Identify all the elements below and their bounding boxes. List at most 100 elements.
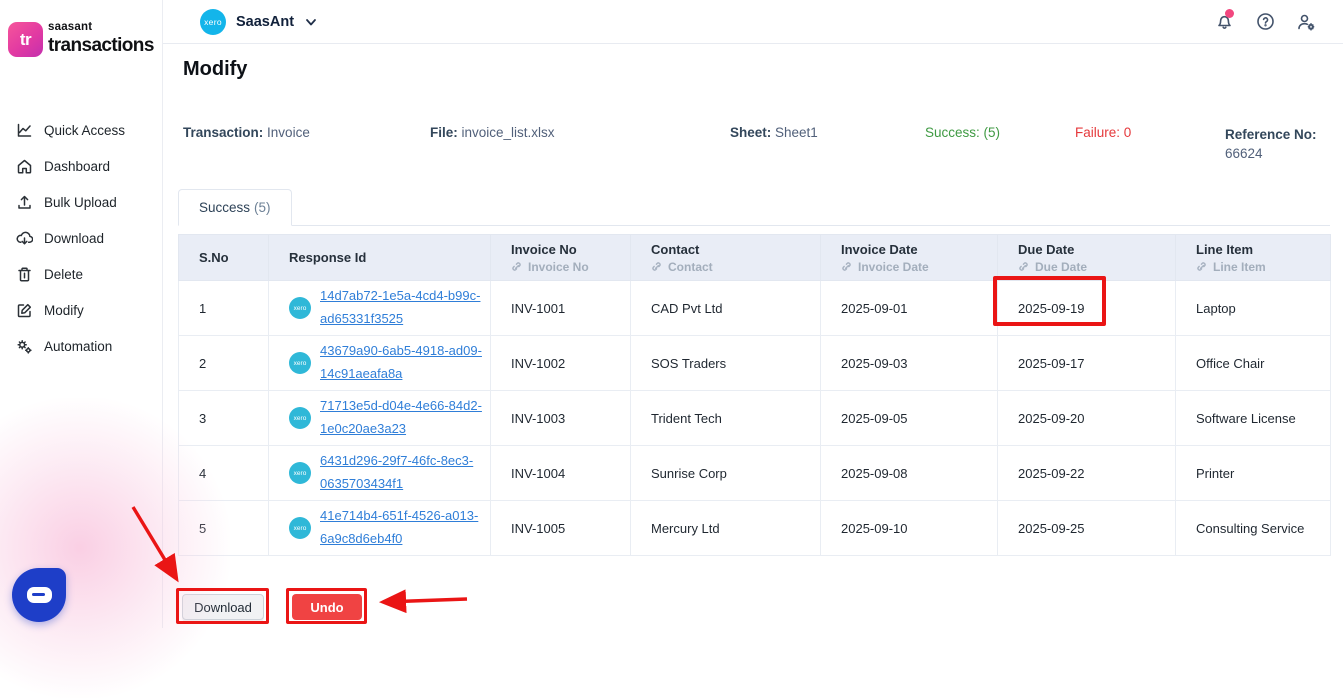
brand-badge-icon: tr xyxy=(8,22,43,57)
download-button[interactable]: Download xyxy=(182,594,264,620)
sidebar-item-automation[interactable]: Automation xyxy=(0,328,162,364)
cell-line-item: Software License xyxy=(1176,391,1331,446)
col-header-contact: Contact Contact xyxy=(631,235,821,281)
col-header-invoice-no: Invoice No Invoice No xyxy=(491,235,631,281)
success-count: (5) xyxy=(984,125,1001,140)
tab-success[interactable]: Success (5) xyxy=(178,189,292,226)
notifications-bell-icon[interactable] xyxy=(1213,11,1235,33)
cell-sno: 1 xyxy=(179,281,269,336)
reference-value: 66624 xyxy=(1225,146,1263,161)
success-label: Success: xyxy=(925,125,980,140)
link-icon xyxy=(511,261,523,273)
cell-contact: CAD Pvt Ltd xyxy=(631,281,821,336)
tab-strip: Success (5) xyxy=(178,189,1330,226)
cell-line-item: Office Chair xyxy=(1176,336,1331,391)
summary-file: File: invoice_list.xlsx xyxy=(430,125,555,140)
file-label: File: xyxy=(430,125,458,140)
sidebar-item-label: Download xyxy=(44,231,104,246)
sidebar-item-quick-access[interactable]: Quick Access xyxy=(0,112,162,148)
table-row: 4 xero 6431d296-29f7-46fc-8ec3-0635703434… xyxy=(179,446,1331,501)
chat-widget-button[interactable] xyxy=(12,568,66,622)
response-id-link[interactable]: 43679a90-6ab5-4918-ad09-14c91aeafa8a xyxy=(320,340,490,386)
cell-sno: 2 xyxy=(179,336,269,391)
success-results-table: S.No Response Id Invoice No Invoice No C… xyxy=(178,234,1331,556)
table-row: 1 xero 14d7ab72-1e5a-4cd4-b99c-ad65331f35… xyxy=(179,281,1331,336)
cell-invoice-date: 2025-09-10 xyxy=(821,501,998,556)
xero-icon: xero xyxy=(289,462,311,484)
brand-name-bottom: transactions xyxy=(48,36,154,55)
file-value: invoice_list.xlsx xyxy=(462,125,555,140)
upload-icon xyxy=(15,193,33,211)
response-id-link[interactable]: 71713e5d-d04e-4e66-84d2-1e0c20ae3a23 xyxy=(320,395,490,441)
main-area: xero SaasAnt Modify Transaction: Invoice… xyxy=(163,0,1343,628)
sidebar-item-label: Quick Access xyxy=(44,123,125,138)
tab-success-label: Success xyxy=(199,200,250,215)
col-header-line-item: Line Item Line Item xyxy=(1176,235,1331,281)
response-id-link[interactable]: 14d7ab72-1e5a-4cd4-b99c-ad65331f3525 xyxy=(320,285,490,331)
cloud-download-icon xyxy=(15,229,33,247)
cell-sno: 3 xyxy=(179,391,269,446)
sidebar-item-bulk-upload[interactable]: Bulk Upload xyxy=(0,184,162,220)
cell-invoice-no: INV-1005 xyxy=(491,501,631,556)
cell-sno: 4 xyxy=(179,446,269,501)
sidebar-item-delete[interactable]: Delete xyxy=(0,256,162,292)
chart-line-icon xyxy=(15,121,33,139)
transaction-label: Transaction: xyxy=(183,125,263,140)
sidebar-item-modify[interactable]: Modify xyxy=(0,292,162,328)
undo-button[interactable]: Undo xyxy=(292,594,362,620)
gears-icon xyxy=(15,337,33,355)
notification-dot xyxy=(1225,9,1234,18)
trash-icon xyxy=(15,265,33,283)
col-header-due-date: Due Date Due Date xyxy=(998,235,1176,281)
cell-line-item: Printer xyxy=(1176,446,1331,501)
cell-contact: Mercury Ltd xyxy=(631,501,821,556)
table-row: 5 xero 41e714b4-651f-4526-a013-6a9c8d6eb4… xyxy=(179,501,1331,556)
cell-sno: 5 xyxy=(179,501,269,556)
table-header-row: S.No Response Id Invoice No Invoice No C… xyxy=(179,235,1331,281)
sidebar-item-download[interactable]: Download xyxy=(0,220,162,256)
reference-label: Reference No: xyxy=(1225,127,1317,142)
xero-icon: xero xyxy=(289,297,311,319)
sidebar-item-dashboard[interactable]: Dashboard xyxy=(0,148,162,184)
cell-invoice-date: 2025-09-05 xyxy=(821,391,998,446)
cell-line-item: Consulting Service xyxy=(1176,501,1331,556)
xero-icon: xero xyxy=(289,352,311,374)
response-id-link[interactable]: 6431d296-29f7-46fc-8ec3-0635703434f1 xyxy=(320,450,490,496)
sidebar-item-label: Automation xyxy=(44,339,112,354)
topbar: xero SaasAnt xyxy=(163,0,1343,44)
help-icon[interactable] xyxy=(1254,11,1276,33)
col-header-invoice-date: Invoice Date Invoice Date xyxy=(821,235,998,281)
cell-due-date: 2025-09-19 xyxy=(998,281,1176,336)
brand-name-top: saasant xyxy=(48,22,154,34)
cell-line-item: Laptop xyxy=(1176,281,1331,336)
org-name: SaasAnt xyxy=(236,14,294,30)
sidebar-item-label: Bulk Upload xyxy=(44,195,117,210)
chevron-down-icon[interactable] xyxy=(304,15,318,29)
link-icon xyxy=(1018,261,1030,273)
sidebar-item-label: Modify xyxy=(44,303,84,318)
xero-logo-icon: xero xyxy=(200,9,226,35)
cell-due-date: 2025-09-20 xyxy=(998,391,1176,446)
summary-transaction: Transaction: Invoice xyxy=(183,125,310,140)
xero-icon: xero xyxy=(289,517,311,539)
sidebar-item-label: Dashboard xyxy=(44,159,110,174)
summary-failure: Failure: 0 xyxy=(1075,125,1131,140)
tab-success-count: (5) xyxy=(254,200,271,215)
edit-icon xyxy=(15,301,33,319)
link-icon xyxy=(651,261,663,273)
cell-invoice-date: 2025-09-01 xyxy=(821,281,998,336)
summary-success: Success: (5) xyxy=(925,125,1000,140)
home-icon xyxy=(15,157,33,175)
response-id-link[interactable]: 41e714b4-651f-4526-a013-6a9c8d6eb4f0 xyxy=(320,505,490,551)
sidebar: tr saasant transactions Quick Access Das… xyxy=(0,0,163,628)
cell-contact: SOS Traders xyxy=(631,336,821,391)
cell-contact: Sunrise Corp xyxy=(631,446,821,501)
cell-invoice-no: INV-1001 xyxy=(491,281,631,336)
user-settings-icon[interactable] xyxy=(1295,11,1317,33)
link-icon xyxy=(841,261,853,273)
chat-icon xyxy=(27,587,52,603)
cell-invoice-no: INV-1004 xyxy=(491,446,631,501)
cell-due-date: 2025-09-25 xyxy=(998,501,1176,556)
brand-logo[interactable]: tr saasant transactions xyxy=(8,22,154,57)
failure-count: 0 xyxy=(1124,125,1132,140)
